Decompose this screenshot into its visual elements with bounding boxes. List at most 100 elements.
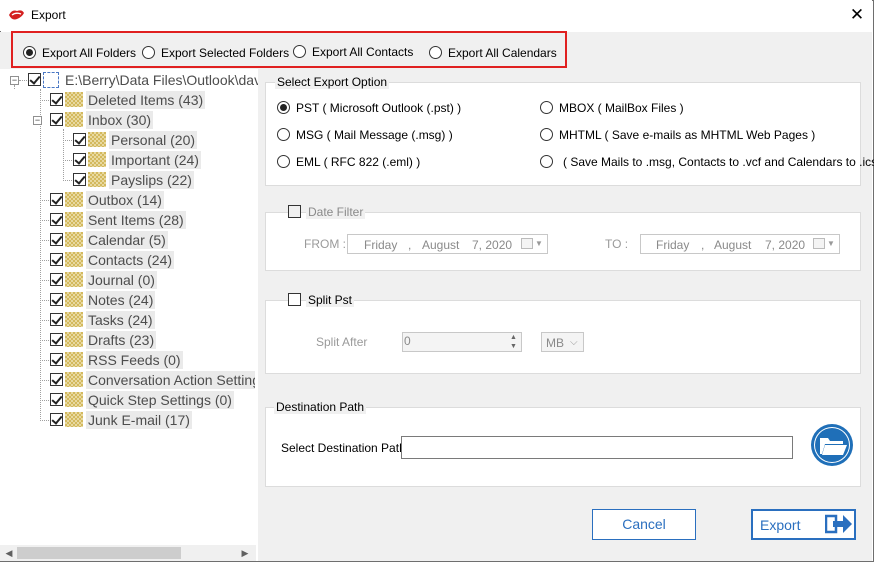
radio-label-export-selected-folders[interactable]: Export Selected Folders (161, 46, 289, 60)
tree-item-quick-step-settings[interactable]: Quick Step Settings (0) (86, 391, 234, 409)
tree-item-outbox[interactable]: Outbox (14) (86, 191, 164, 209)
radio-export-selected-folders[interactable] (142, 46, 155, 59)
radio-label-export-all-contacts[interactable]: Export All Contacts (312, 45, 413, 59)
radio-format-pst[interactable] (277, 101, 290, 114)
cancel-button[interactable]: Cancel (592, 509, 696, 540)
radio-export-all-folders[interactable] (23, 46, 36, 59)
app-logo-icon (9, 10, 24, 20)
radio-label-export-all-calendars[interactable]: Export All Calendars (448, 46, 557, 60)
from-sep: , (408, 238, 412, 252)
checkbox-rss-feeds[interactable] (50, 353, 63, 366)
option-label-pst[interactable]: PST ( Microsoft Outlook (.pst) ) (296, 101, 461, 115)
folder-icon (65, 392, 83, 407)
checkbox-outbox[interactable] (50, 193, 63, 206)
checkbox-junk-email[interactable] (50, 413, 63, 426)
tree-item-notes[interactable]: Notes (24) (86, 291, 156, 309)
checkbox-contacts[interactable] (50, 253, 63, 266)
checkbox-conversation-action-settings[interactable] (50, 373, 63, 386)
tree-item-junk-email[interactable]: Junk E-mail (17) (86, 411, 192, 429)
radio-format-mhtml[interactable] (540, 128, 553, 141)
checkbox-root[interactable] (28, 73, 41, 86)
split-size-stepper[interactable] (402, 332, 522, 352)
folder-icon (65, 92, 83, 107)
scrollbar-thumb[interactable] (17, 547, 181, 559)
checkbox-important[interactable] (73, 153, 86, 166)
tree-root-label[interactable]: E:\Berry\Data Files\Outlook\dav (63, 71, 263, 89)
option-label-msg[interactable]: MSG ( Mail Message (.msg) ) (296, 128, 453, 142)
from-date-picker[interactable]: Friday , August 7, 2020 (347, 234, 548, 254)
to-sep: , (701, 238, 705, 252)
checkbox-calendar[interactable] (50, 233, 63, 246)
collapse-toggle-root[interactable]: − (10, 76, 19, 85)
checkbox-quick-step-settings[interactable] (50, 393, 63, 406)
tree-item-sent-items[interactable]: Sent Items (28) (86, 211, 186, 229)
folder-icon (65, 252, 83, 267)
root-folder-icon (43, 72, 59, 88)
tree-item-journal[interactable]: Journal (0) (86, 271, 157, 289)
checkbox-notes[interactable] (50, 293, 63, 306)
to-calendar-icon[interactable] (813, 238, 825, 249)
folder-icon (88, 172, 106, 187)
from-day-year: 7, 2020 (472, 238, 513, 252)
destination-group-title: Destination Path (274, 400, 367, 414)
option-label-mhtml[interactable]: MHTML ( Save e-mails as MHTML Web Pages … (559, 128, 815, 142)
folder-icon (65, 352, 83, 367)
option-label-mbox[interactable]: MBOX ( MailBox Files ) (559, 101, 684, 115)
tree-item-rss-feeds[interactable]: RSS Feeds (0) (86, 351, 183, 369)
tree-item-inbox[interactable]: Inbox (30) (86, 111, 154, 129)
radio-format-msg[interactable] (277, 128, 290, 141)
split-pst-label[interactable]: Split Pst (306, 293, 355, 307)
radio-export-all-contacts[interactable] (293, 45, 306, 58)
from-calendar-icon[interactable] (521, 238, 533, 249)
tree-item-important[interactable]: Important (24) (109, 151, 201, 169)
checkbox-tasks[interactable] (50, 313, 63, 326)
option-label-mixed[interactable]: ( Save Mails to .msg, Contacts to .vcf a… (563, 155, 874, 169)
radio-export-all-calendars[interactable] (429, 46, 442, 59)
checkbox-deleted-items[interactable] (50, 93, 63, 106)
to-dropdown-arrow-icon[interactable]: ▼ (827, 239, 835, 248)
checkbox-drafts[interactable] (50, 333, 63, 346)
checkbox-journal[interactable] (50, 273, 63, 286)
split-after-label: Split After (316, 335, 368, 349)
date-filter-label[interactable]: Date Filter (306, 205, 366, 219)
folder-icon (65, 212, 83, 227)
checkbox-sent-items[interactable] (50, 213, 63, 226)
export-option-group-title: Select Export Option (275, 75, 390, 89)
tree-item-drafts[interactable]: Drafts (23) (86, 331, 157, 349)
folder-icon (65, 332, 83, 347)
stepper-up-icon[interactable]: ▲ (506, 333, 521, 342)
collapse-toggle-inbox[interactable]: − (33, 116, 42, 125)
radio-format-mbox[interactable] (540, 101, 553, 114)
close-button[interactable]: ✕ (846, 4, 868, 26)
tree-item-payslips[interactable]: Payslips (22) (109, 171, 194, 189)
radio-format-mixed[interactable] (540, 155, 553, 168)
tree-item-deleted-items[interactable]: Deleted Items (43) (86, 91, 206, 109)
date-filter-checkbox[interactable] (288, 205, 301, 218)
folder-icon (65, 312, 83, 327)
scroll-left-arrow-icon[interactable]: ◀ (1, 545, 17, 561)
tree-item-personal[interactable]: Personal (20) (109, 131, 198, 149)
to-date-picker[interactable]: Friday , August 7, 2020 (640, 234, 840, 254)
tree-item-contacts[interactable]: Contacts (24) (86, 251, 175, 269)
stepper-down-icon[interactable]: ▼ (506, 342, 521, 351)
tree-item-calendar[interactable]: Calendar (5) (86, 231, 168, 249)
folder-icon (65, 372, 83, 387)
checkbox-payslips[interactable] (73, 173, 86, 186)
from-dropdown-arrow-icon[interactable]: ▼ (535, 239, 543, 248)
checkbox-personal[interactable] (73, 133, 86, 146)
to-month: August (714, 238, 752, 252)
radio-label-export-all-folders[interactable]: Export All Folders (42, 46, 136, 60)
tree-item-conversation-action-settings[interactable]: Conversation Action Settings (86, 371, 255, 389)
open-folder-icon[interactable] (810, 423, 854, 467)
split-pst-checkbox[interactable] (288, 293, 301, 306)
destination-path-input[interactable] (401, 436, 793, 459)
window-title: Export (31, 8, 66, 22)
folder-icon (65, 192, 83, 207)
radio-format-eml[interactable] (277, 155, 290, 168)
destination-path-label: Select Destination Path (281, 441, 406, 455)
checkbox-inbox[interactable] (50, 113, 63, 126)
unit-chevron-down-icon[interactable]: ⌵ (570, 337, 578, 348)
tree-item-tasks[interactable]: Tasks (24) (86, 311, 155, 329)
option-label-eml[interactable]: EML ( RFC 822 (.eml) ) (296, 155, 420, 169)
scroll-right-arrow-icon[interactable]: ▶ (237, 545, 253, 561)
